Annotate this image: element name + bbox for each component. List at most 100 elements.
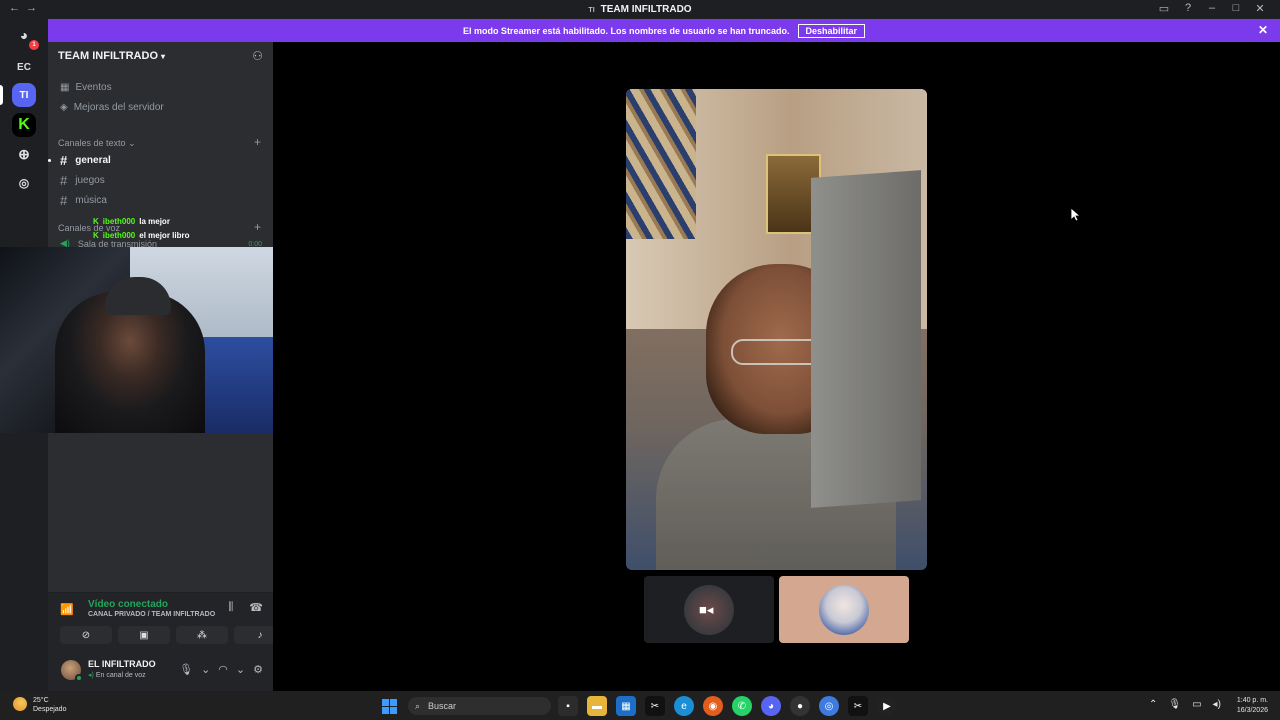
maximize-icon[interactable]: □ (1224, 2, 1248, 15)
boosts-label: Mejoras del servidor (73, 102, 164, 113)
calendar-icon: ▦ (60, 82, 70, 93)
sidebar-item-events[interactable]: ▦ Eventos (60, 82, 112, 93)
server-icon: TI (588, 7, 595, 14)
screen-share-icon: ▣ (139, 629, 149, 641)
discord-window: ←→ TI TEAM INFILTRADO ▭ ? – □ ✕ El modo S… (0, 0, 1280, 720)
disable-streamer-button[interactable]: Deshabilitar (797, 23, 866, 38)
camera-icon: ■◂ (699, 602, 714, 617)
server-header[interactable]: TEAM INFILTRADO ▾ (58, 50, 165, 62)
weather-icon[interactable] (13, 697, 27, 711)
volume-icon[interactable]: ◂) (1213, 699, 1221, 710)
store-icon[interactable]: ▦ (616, 696, 636, 716)
chrome-icon[interactable]: ◎ (819, 696, 839, 716)
start-button[interactable] (382, 699, 397, 714)
banner-message: El modo Streamer está habilitado. Los no… (462, 25, 790, 36)
whatsapp-icon[interactable]: ✆ (732, 696, 752, 716)
temperature: 25°C (33, 697, 49, 704)
voice-status-icon: ◂) (88, 672, 94, 679)
window-title-text: TEAM INFILTRADO (600, 4, 692, 15)
online-status-icon (75, 674, 83, 682)
chat-text: el mejor libro (139, 231, 190, 240)
server-kick[interactable]: K (12, 113, 36, 137)
help-icon[interactable]: ? (1176, 2, 1200, 15)
media-player-icon[interactable]: ▶ (877, 696, 897, 716)
kick-logo-icon: K (93, 231, 99, 240)
explore-button[interactable]: ◎ (12, 171, 36, 195)
hash-icon: # (60, 173, 68, 188)
chevron-down-icon[interactable]: ⌄ (236, 663, 245, 676)
add-server-button[interactable]: ⊕ (12, 142, 36, 166)
share-screen-button[interactable]: ▣ (118, 626, 170, 644)
window-title: TI TEAM INFILTRADO (0, 4, 1280, 15)
capcut-icon[interactable]: ✂ (848, 696, 868, 716)
microphone-icon[interactable]: 🎙 (1168, 699, 1181, 710)
noise-suppression-icon[interactable]: ⫼ (228, 601, 233, 614)
participant-avatar (819, 585, 869, 635)
chat-overlay-message: Kibeth000 el mejor libro (93, 231, 189, 240)
system-tray: ⌃ 🎙 ▭ ◂) (1149, 699, 1221, 710)
discord-icon[interactable]: ◕ (761, 696, 781, 716)
task-view-icon[interactable]: ▪ (558, 696, 578, 716)
create-voice-channel-icon[interactable]: + (254, 220, 261, 234)
unread-indicator (48, 159, 51, 162)
focused-video-tile[interactable] (626, 89, 927, 570)
hash-icon: # (60, 193, 68, 208)
plus-icon: ⊕ (18, 145, 30, 162)
network-icon[interactable]: ▭ (1192, 699, 1201, 710)
server-ec[interactable]: EC (12, 55, 36, 79)
text-channels-category[interactable]: Canales de texto ⌄ (58, 138, 136, 149)
microphone-icon[interactable]: 🎙 (179, 663, 193, 676)
avatar[interactable] (61, 660, 83, 682)
headphones-icon[interactable]: ◠ (218, 663, 228, 676)
category-label: Canales de texto (58, 138, 126, 148)
home-button[interactable]: ◕ 1 (12, 23, 39, 50)
firefox-icon[interactable]: ◉ (703, 696, 723, 716)
channel-musica[interactable]: # música (60, 193, 107, 208)
close-window-icon[interactable]: ✕ (1248, 2, 1272, 15)
chevron-up-icon[interactable]: ⌃ (1149, 699, 1157, 710)
voice-actions: ⫼ ☎ (228, 601, 263, 614)
camera-off-icon: ⊘ (81, 629, 91, 641)
obs-icon[interactable]: ● (790, 696, 810, 716)
camera-off-button[interactable]: ⊘ (60, 626, 112, 644)
kick-logo-icon: K (18, 116, 30, 133)
channel-general[interactable]: # general (60, 153, 111, 168)
username: EL INFILTRADO (88, 659, 156, 669)
title-bar: ←→ TI TEAM INFILTRADO ▭ ? – □ ✕ (0, 0, 1280, 19)
edge-icon[interactable]: e (674, 696, 694, 716)
active-server-pill (0, 85, 3, 105)
chevron-down-icon: ⌄ (128, 138, 136, 148)
mouse-cursor-icon (1070, 207, 1082, 227)
user-status-text: En canal de voz (95, 672, 146, 679)
server-ti[interactable]: TI (12, 83, 36, 107)
taskbar-search[interactable]: ⌕ Buscar (408, 697, 551, 715)
sidebar-item-boosts[interactable]: ◈ Mejoras del servidor (60, 102, 164, 113)
activities-button[interactable]: ⁂ (176, 626, 228, 644)
weather-widget[interactable]: 25°C Despejado (33, 696, 66, 714)
gear-icon[interactable]: ⚙ (253, 663, 263, 676)
inbox-icon[interactable]: ▭ (1152, 2, 1176, 15)
participant-tile[interactable]: ■◂ (644, 576, 774, 643)
hash-icon: # (60, 153, 68, 168)
create-channel-icon[interactable]: + (254, 135, 261, 149)
disconnect-icon[interactable]: ☎ (249, 601, 263, 614)
capcut-icon[interactable]: ✂ (645, 696, 665, 716)
voice-location[interactable]: CANAL PRIVADO / TEAM INFILTRADO (88, 611, 215, 618)
minimize-icon[interactable]: – (1200, 2, 1224, 15)
signal-icon[interactable]: 📶 (60, 603, 74, 616)
participant-tile[interactable] (779, 576, 909, 643)
search-icon: ⌕ (415, 700, 421, 711)
file-explorer-icon[interactable]: ▬ (587, 696, 607, 716)
chevron-down-icon[interactable]: ⌄ (201, 663, 210, 676)
channel-label: general (75, 155, 111, 166)
video-book (811, 170, 921, 508)
close-banner-icon[interactable]: ✕ (1258, 23, 1268, 37)
soundboard-icon: ♪ (257, 629, 263, 641)
clock-time: 1:40 p. m. (1236, 697, 1268, 704)
channel-juegos[interactable]: # juegos (60, 173, 105, 188)
activities-icon: ⁂ (197, 629, 207, 641)
window-controls: ▭ ? – □ ✕ (1152, 2, 1272, 15)
invite-people-icon[interactable]: ⚇ (252, 49, 263, 63)
taskbar-clock[interactable]: 1:40 p. m. 16/3/2026 (1237, 696, 1268, 716)
server-name: TEAM INFILTRADO (58, 50, 159, 62)
